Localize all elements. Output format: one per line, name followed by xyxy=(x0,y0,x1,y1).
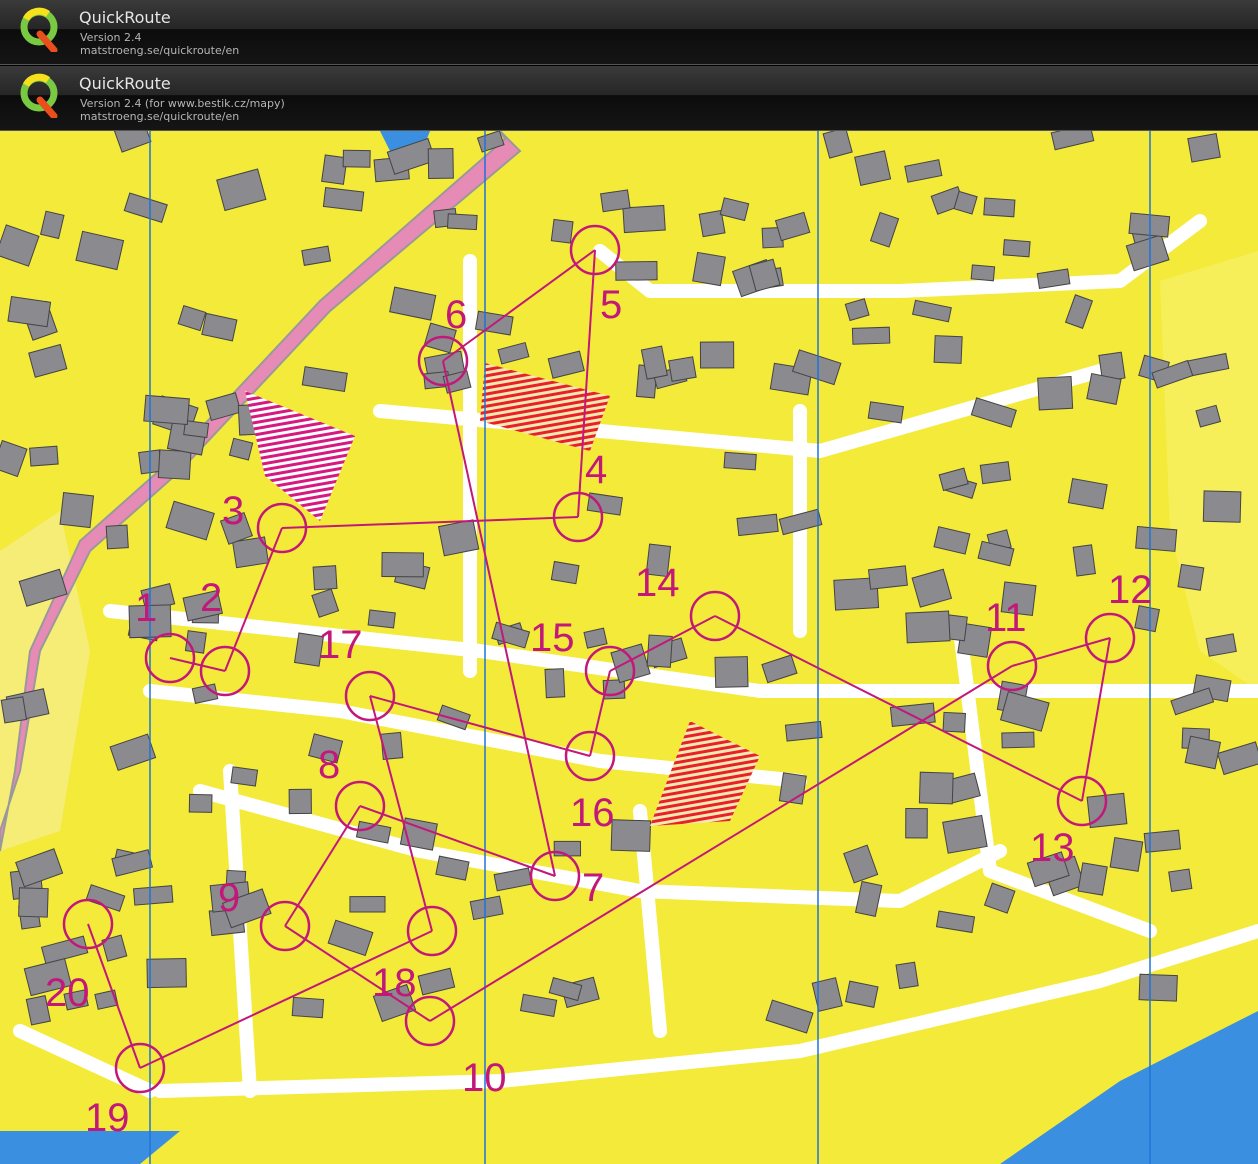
map-canvas: 1 234567891011121314151617181920 xyxy=(0,131,1258,1164)
building xyxy=(692,251,726,287)
banner-title: QuickRoute xyxy=(79,8,171,27)
building xyxy=(736,513,779,537)
banner-url[interactable]: matstroeng.se/quickroute/en xyxy=(80,44,239,57)
building xyxy=(1138,973,1178,1002)
building xyxy=(446,213,478,231)
building xyxy=(784,720,823,742)
building xyxy=(905,807,928,839)
building xyxy=(553,840,582,857)
building xyxy=(942,814,988,854)
building xyxy=(1001,731,1035,749)
orienteering-map[interactable]: 1 2 3 4 5 6 7 8 9 10 11 12 13 14 15 16 17 18 19 20 xyxy=(0,131,1258,1164)
building xyxy=(1037,375,1074,411)
building xyxy=(1184,735,1222,770)
building xyxy=(851,326,891,345)
building xyxy=(7,296,52,328)
building xyxy=(699,341,735,369)
control-number-17: 17 xyxy=(318,623,363,667)
building xyxy=(933,335,963,364)
control-number-3: 3 xyxy=(222,489,244,533)
app-banner-2: QuickRoute Version 2.4 (for www.bestik.c… xyxy=(0,66,1258,131)
control-number-9: 9 xyxy=(218,876,240,920)
building xyxy=(288,788,312,815)
building xyxy=(1072,544,1096,577)
app-banner-1: QuickRoute Version 2.4 matstroeng.se/qui… xyxy=(0,0,1258,65)
building xyxy=(942,711,966,733)
building xyxy=(1086,373,1122,405)
building xyxy=(895,961,919,990)
building xyxy=(0,696,28,724)
banner-version: Version 2.4 xyxy=(80,31,142,44)
control-number-18: 18 xyxy=(372,961,417,1005)
building xyxy=(1109,837,1144,872)
banner-url[interactable]: matstroeng.se/quickroute/en xyxy=(80,110,239,123)
building xyxy=(610,819,652,852)
building xyxy=(544,668,566,699)
quickroute-logo-icon xyxy=(20,73,58,118)
building xyxy=(381,551,425,578)
quickroute-logo-icon xyxy=(20,7,58,52)
building xyxy=(1168,868,1193,893)
building xyxy=(188,793,213,813)
building xyxy=(615,260,658,281)
building xyxy=(668,356,697,382)
control-number-16: 16 xyxy=(570,791,615,835)
building xyxy=(105,524,129,550)
building xyxy=(550,560,580,585)
building xyxy=(983,197,1016,218)
building xyxy=(1135,525,1178,552)
control-number-20: 20 xyxy=(45,971,90,1015)
control-number-15: 15 xyxy=(530,616,575,660)
building xyxy=(854,150,892,186)
building xyxy=(970,264,996,282)
building xyxy=(291,996,325,1019)
building xyxy=(322,187,365,212)
building xyxy=(230,766,259,787)
building xyxy=(157,449,192,480)
control-number-8: 8 xyxy=(318,743,340,787)
control-number-11: 11 xyxy=(985,596,1027,640)
building xyxy=(59,492,95,529)
building xyxy=(312,565,338,591)
building xyxy=(380,731,404,760)
building xyxy=(622,204,666,234)
building xyxy=(723,451,757,471)
banner-version: Version 2.4 (for www.bestik.cz/mapy) xyxy=(80,97,285,110)
building xyxy=(349,896,386,913)
building xyxy=(1187,133,1221,163)
building xyxy=(714,656,749,688)
building xyxy=(132,885,174,906)
building xyxy=(146,957,187,989)
control-number-19: 19 xyxy=(85,1096,130,1140)
building xyxy=(600,189,631,213)
building xyxy=(867,565,908,590)
building xyxy=(905,610,951,644)
building xyxy=(1202,490,1242,523)
banner-title: QuickRoute xyxy=(79,74,171,93)
control-number-2: 2 xyxy=(200,576,222,620)
control-number-7: 7 xyxy=(582,866,604,910)
building xyxy=(918,771,954,805)
control-number-1: 1 xyxy=(135,586,157,630)
control-number-4: 4 xyxy=(585,448,607,492)
building xyxy=(979,461,1012,485)
building xyxy=(1002,239,1031,258)
building xyxy=(18,887,49,918)
building xyxy=(1077,862,1108,896)
control-number-14: 14 xyxy=(635,561,680,605)
control-number-13: 13 xyxy=(1030,826,1075,870)
control-number-12: 12 xyxy=(1108,568,1153,612)
building xyxy=(427,148,454,180)
building xyxy=(29,445,59,467)
building xyxy=(1177,563,1205,591)
building xyxy=(342,149,371,168)
building xyxy=(367,609,396,629)
building xyxy=(550,218,574,244)
control-number-10: 10 xyxy=(462,1056,507,1100)
control-number-5: 5 xyxy=(600,283,622,327)
control-number-6: 6 xyxy=(445,293,467,337)
building xyxy=(437,519,480,557)
